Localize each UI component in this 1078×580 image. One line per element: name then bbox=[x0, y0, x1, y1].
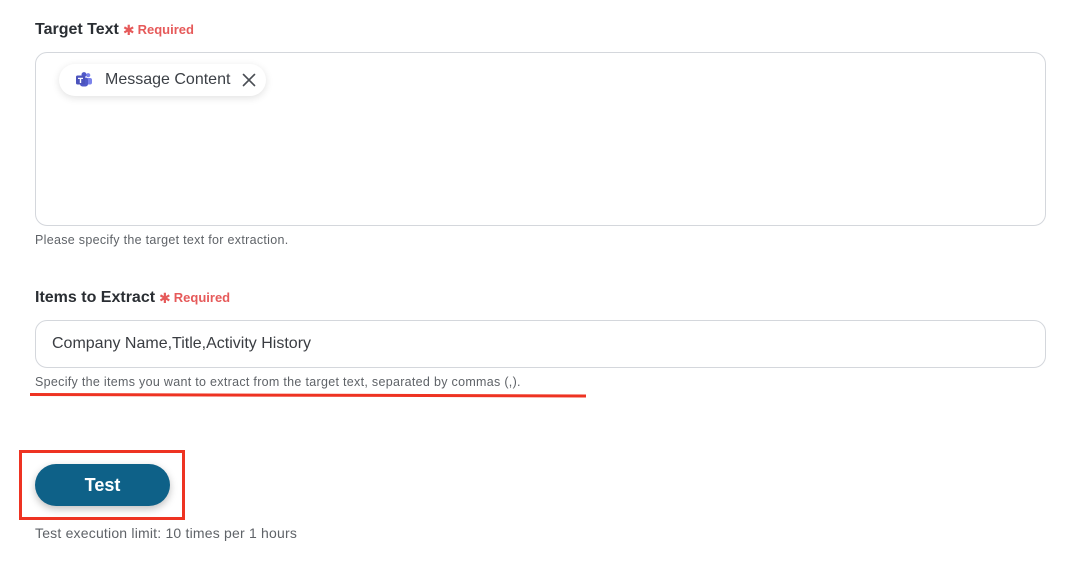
required-badge: ✱ Required bbox=[159, 289, 230, 306]
chip-label: Message Content bbox=[105, 71, 231, 88]
test-execution-limit: Test execution limit: 10 times per 1 hou… bbox=[35, 525, 298, 541]
required-text: Required bbox=[137, 22, 194, 37]
asterisk-icon: ✱ bbox=[122, 22, 135, 38]
asterisk-icon: ✱ bbox=[159, 290, 171, 306]
items-to-extract-label: Items to Extract ✱ Required bbox=[35, 289, 230, 307]
items-to-extract-label-text: Items to Extract bbox=[35, 289, 156, 306]
required-badge: ✱ Required bbox=[123, 21, 194, 38]
message-content-chip[interactable]: Message Content bbox=[59, 64, 267, 96]
required-text: Required bbox=[173, 290, 231, 305]
target-text-label: Target Text ✱ Required bbox=[35, 21, 194, 39]
items-to-extract-help: Specify the items you want to extract fr… bbox=[35, 375, 521, 389]
target-text-area[interactable]: Message Content bbox=[35, 52, 1046, 226]
test-button[interactable]: Test bbox=[35, 464, 170, 506]
annotation-underline bbox=[29, 393, 587, 398]
target-text-label-text: Target Text bbox=[35, 21, 119, 38]
microsoft-teams-icon bbox=[75, 71, 93, 89]
close-icon[interactable] bbox=[242, 73, 256, 87]
target-text-help: Please specify the target text for extra… bbox=[35, 233, 289, 247]
items-to-extract-input[interactable] bbox=[35, 320, 1046, 368]
